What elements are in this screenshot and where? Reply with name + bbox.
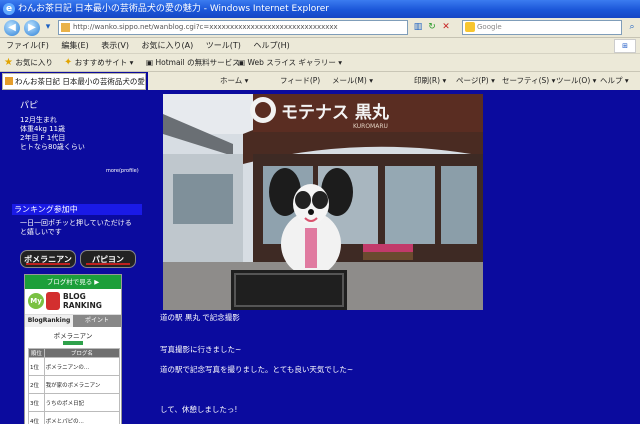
address-bar: ◀ ▶ ▾ http://wanko.sippo.net/wanblog.cgi…	[0, 18, 640, 38]
feeds-button[interactable]: フィード(P)	[280, 72, 320, 90]
blog-cell[interactable]: ポメラニアンの...	[43, 357, 121, 376]
ranking-badge-icon	[46, 292, 60, 310]
rank-cell: 2位	[28, 375, 45, 394]
profile-line: 12月生まれ	[20, 116, 57, 124]
blog-cell[interactable]: 我が家のポメラニアン	[43, 375, 121, 394]
menu-view[interactable]: 表示(V)	[101, 41, 129, 50]
post-photo: モテナス 黒丸 KUROMARU	[163, 94, 483, 310]
google-icon	[465, 22, 475, 32]
blog-ranking-logo[interactable]: My BLOG RANKING	[25, 289, 121, 315]
command-bar: ホーム ▾ フィード(P) メール(M) ▾ 印刷(R) ▾ ページ(P) ▾ …	[148, 72, 640, 90]
web-slice-icon: ▣	[238, 58, 246, 67]
hotmail-icon: ▣	[146, 58, 154, 67]
home-button[interactable]: ホーム ▾	[220, 72, 248, 90]
refresh-icon[interactable]: ↻	[426, 21, 438, 34]
star-icon: ★	[4, 57, 13, 68]
logo-line1: BLOG	[63, 292, 86, 301]
pomeranian-tag-button[interactable]: ポメラニアン	[20, 250, 76, 268]
page-content: パピ 12月生まれ 体重4kg 11歳 2年目 F 1代目 ヒトなら80歳くらい…	[0, 90, 640, 424]
category-bar	[63, 341, 83, 345]
window-title: わんお茶日記 日本最小の芸術品犬の愛の魅力 - Windows Internet…	[18, 4, 329, 14]
rank-cell: 3位	[28, 393, 45, 412]
ranking-title: ランキング参加中	[12, 204, 142, 215]
back-icon[interactable]: ◀	[4, 20, 20, 36]
forward-icon[interactable]: ▶	[24, 20, 40, 36]
help-button[interactable]: ヘルプ ▾	[600, 72, 629, 90]
browser-tab[interactable]: わんお茶日記 日本最小の芸術品犬の愛の魅力	[2, 73, 146, 90]
table-row[interactable]: 1位 ポメラニアンの...	[28, 357, 121, 376]
photo-sign-text: モテナス 黒丸	[281, 102, 390, 123]
favorites-bar: ★ お気に入り ✦ おすすめサイト ▾ ▣ Hotmail の無料サービス ▣ …	[0, 54, 640, 72]
profile-name: パピ	[20, 101, 39, 111]
table-row[interactable]: 4位 ポメとパピの...	[28, 411, 121, 424]
page-icon	[61, 23, 70, 32]
papillon-tag-button[interactable]: パピヨン	[80, 250, 136, 268]
profile-line: ヒトなら80歳くらい	[20, 143, 85, 151]
logo-line2: RANKING	[63, 301, 102, 310]
tools-button[interactable]: ツール(O) ▾	[556, 72, 596, 90]
table-row[interactable]: 2位 我が家のポメラニアン	[28, 375, 121, 394]
ranking-table: 順位 ブログ名 1位 ポメラニアンの... 2位 我が家のポメラニアン 3位 う…	[28, 348, 121, 424]
favorites-suggested-sites[interactable]: ✦ おすすめサイト ▾	[64, 54, 133, 72]
windows-logo-icon: ⊞	[614, 39, 636, 53]
tab-label: わんお茶日記 日本最小の芸術品犬の愛の魅力	[15, 77, 145, 86]
post-text-line: 写真撮影に行きました~	[160, 345, 242, 354]
dropdown-icon[interactable]: ▾	[42, 21, 54, 34]
menu-favorites[interactable]: お気に入り(A)	[142, 41, 194, 50]
photo-illustration: モテナス 黒丸 KUROMARU	[163, 94, 483, 310]
profile-more-link[interactable]: more(profile)	[106, 168, 139, 174]
blog-col-header: ブログ名	[43, 348, 121, 358]
favorites-web-slice[interactable]: ▣ Web スライス ギャラリー ▾	[238, 54, 342, 72]
ranking-description: 一日一回ポチッと押していただけると嬉しいです	[20, 219, 132, 236]
profile-line: 2年目 F 1代目	[20, 134, 66, 142]
search-input[interactable]: Google	[462, 20, 622, 35]
menu-tools[interactable]: ツール(T)	[206, 41, 241, 50]
rank-cell: 4位	[28, 411, 45, 424]
menu-bar: ファイル(F) 編集(E) 表示(V) お気に入り(A) ツール(T) ヘルプ(…	[0, 38, 640, 54]
window-titlebar: e わんお茶日記 日本最小の芸術品犬の愛の魅力 - Windows Intern…	[0, 0, 640, 18]
ie-icon: e	[3, 3, 15, 15]
mail-button[interactable]: メール(M) ▾	[332, 72, 373, 90]
favorites-hotmail[interactable]: ▣ Hotmail の無料サービス	[146, 54, 240, 72]
post-text-line: して、休憩しましたっ!	[160, 405, 238, 414]
widget-category: ポメラニアン	[53, 332, 93, 340]
favorites-button[interactable]: ★ お気に入り	[4, 54, 53, 72]
search-placeholder: Google	[477, 23, 502, 31]
safety-button[interactable]: セーフティ(S) ▾	[502, 72, 555, 90]
widget-tab-points[interactable]: ポイント	[73, 315, 121, 327]
blog-cell[interactable]: ポメとパピの...	[43, 411, 121, 424]
menu-file[interactable]: ファイル(F)	[6, 41, 49, 50]
photo-caption: 道の駅 黒丸 で記念撮影	[160, 313, 240, 322]
search-icon[interactable]: ⌕	[626, 21, 638, 34]
stop-icon[interactable]: ✕	[440, 21, 452, 34]
url-input[interactable]: http://wanko.sippo.net/wanblog.cgi?c=xxx…	[58, 20, 408, 35]
table-row[interactable]: 3位 うちのポメ日記	[28, 393, 121, 412]
compat-icon[interactable]: ▥	[412, 21, 424, 34]
widget-tab-ranking[interactable]: BlogRanking	[25, 315, 73, 327]
post-text-line: 道の駅で記念写真を撮りました。とても良い天気でした~	[160, 365, 354, 374]
url-text: http://wanko.sippo.net/wanblog.cgi?c=xxx…	[73, 23, 338, 31]
photo-sign-subtext: KUROMARU	[353, 123, 388, 130]
blog-cell[interactable]: うちのポメ日記	[43, 393, 121, 412]
my-logo-icon: My	[28, 293, 44, 309]
widget-header[interactable]: ブログ村で見る ▶	[25, 275, 121, 289]
profile-line: 体重4kg 11歳	[20, 125, 66, 133]
rank-cell: 1位	[28, 357, 45, 376]
menu-help[interactable]: ヘルプ(H)	[253, 41, 289, 50]
blog-ranking-widget: ブログ村で見る ▶ My BLOG RANKING BlogRanking ポイ…	[24, 274, 122, 424]
menu-edit[interactable]: 編集(E)	[61, 41, 88, 50]
page-button[interactable]: ページ(P) ▾	[456, 72, 495, 90]
tab-favicon	[5, 77, 13, 85]
rank-col-header: 順位	[28, 348, 45, 358]
suggested-sites-icon: ✦	[64, 57, 73, 68]
print-button[interactable]: 印刷(R) ▾	[414, 72, 446, 90]
